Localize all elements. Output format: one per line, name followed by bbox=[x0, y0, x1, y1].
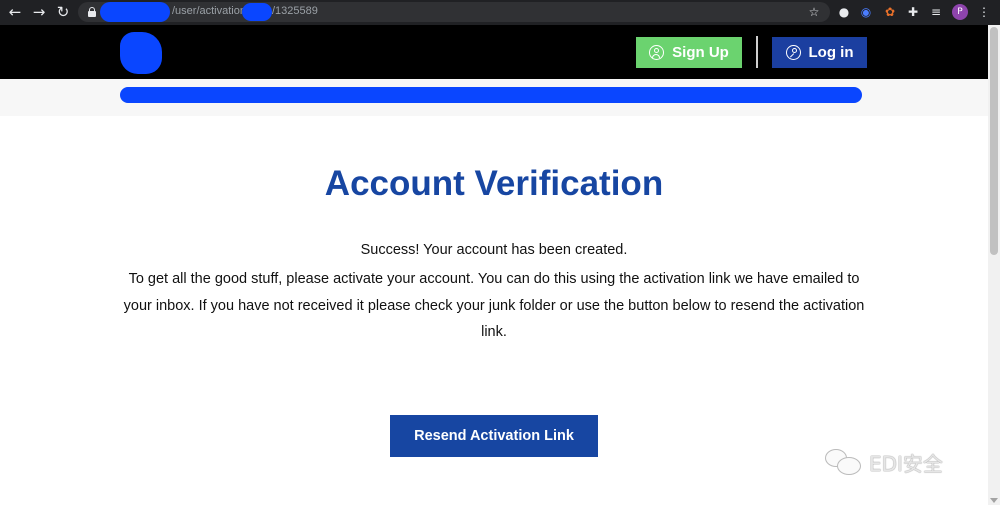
success-message: Success! Your account has been created. bbox=[360, 242, 628, 258]
extensions-icon[interactable]: ✚ bbox=[905, 4, 921, 20]
extension-shield-icon[interactable]: ◉ bbox=[858, 4, 874, 20]
resend-activation-button[interactable]: Resend Activation Link bbox=[390, 415, 598, 457]
redaction-mark bbox=[120, 87, 862, 103]
extension-cookie-icon[interactable]: ✿ bbox=[882, 4, 898, 20]
forward-arrow-icon[interactable]: → bbox=[30, 3, 48, 21]
site-header: Sign Up Log in bbox=[0, 25, 988, 79]
wechat-logo-icon bbox=[825, 449, 863, 475]
page-scrollbar[interactable] bbox=[988, 25, 1000, 505]
watermark: EDI安全 bbox=[825, 447, 943, 477]
watermark-text: EDI安全 bbox=[869, 451, 943, 476]
log-in-label: Log in bbox=[808, 44, 854, 61]
sign-up-label: Sign Up bbox=[672, 44, 729, 61]
scrollbar-thumb[interactable] bbox=[990, 27, 998, 255]
reload-icon[interactable]: ↻ bbox=[54, 3, 72, 21]
redaction-mark bbox=[100, 2, 170, 22]
profile-avatar[interactable]: P bbox=[952, 4, 968, 20]
key-circle-icon bbox=[785, 45, 801, 60]
breadcrumb-bar bbox=[0, 79, 988, 116]
redaction-mark bbox=[242, 3, 272, 21]
url-path: /user/activation/ bbox=[172, 5, 250, 17]
user-circle-icon bbox=[649, 45, 665, 60]
reading-list-icon[interactable]: ≡ bbox=[928, 4, 944, 20]
page-title: Account Verification bbox=[324, 164, 664, 203]
back-arrow-icon[interactable]: ← bbox=[6, 3, 24, 21]
extension-circle-icon[interactable]: ● bbox=[836, 4, 852, 20]
url-suffix: /1325589 bbox=[272, 5, 318, 17]
browser-toolbar: ← → ↻ /user/activation/ /1325589 ☆ ● ◉ ✿… bbox=[0, 0, 1000, 25]
log-in-button[interactable]: Log in bbox=[772, 37, 867, 68]
menu-dots-icon[interactable]: ⋮ bbox=[976, 4, 992, 20]
address-bar[interactable]: /user/activation/ /1325589 bbox=[78, 2, 830, 22]
star-icon[interactable]: ☆ bbox=[806, 4, 822, 20]
scroll-down-arrow-icon[interactable] bbox=[990, 498, 998, 503]
lock-icon bbox=[88, 7, 96, 17]
sign-up-button[interactable]: Sign Up bbox=[636, 37, 742, 68]
site-logo[interactable] bbox=[120, 32, 162, 74]
activation-instructions: To get all the good stuff, please activa… bbox=[123, 271, 865, 340]
header-divider bbox=[756, 36, 758, 68]
